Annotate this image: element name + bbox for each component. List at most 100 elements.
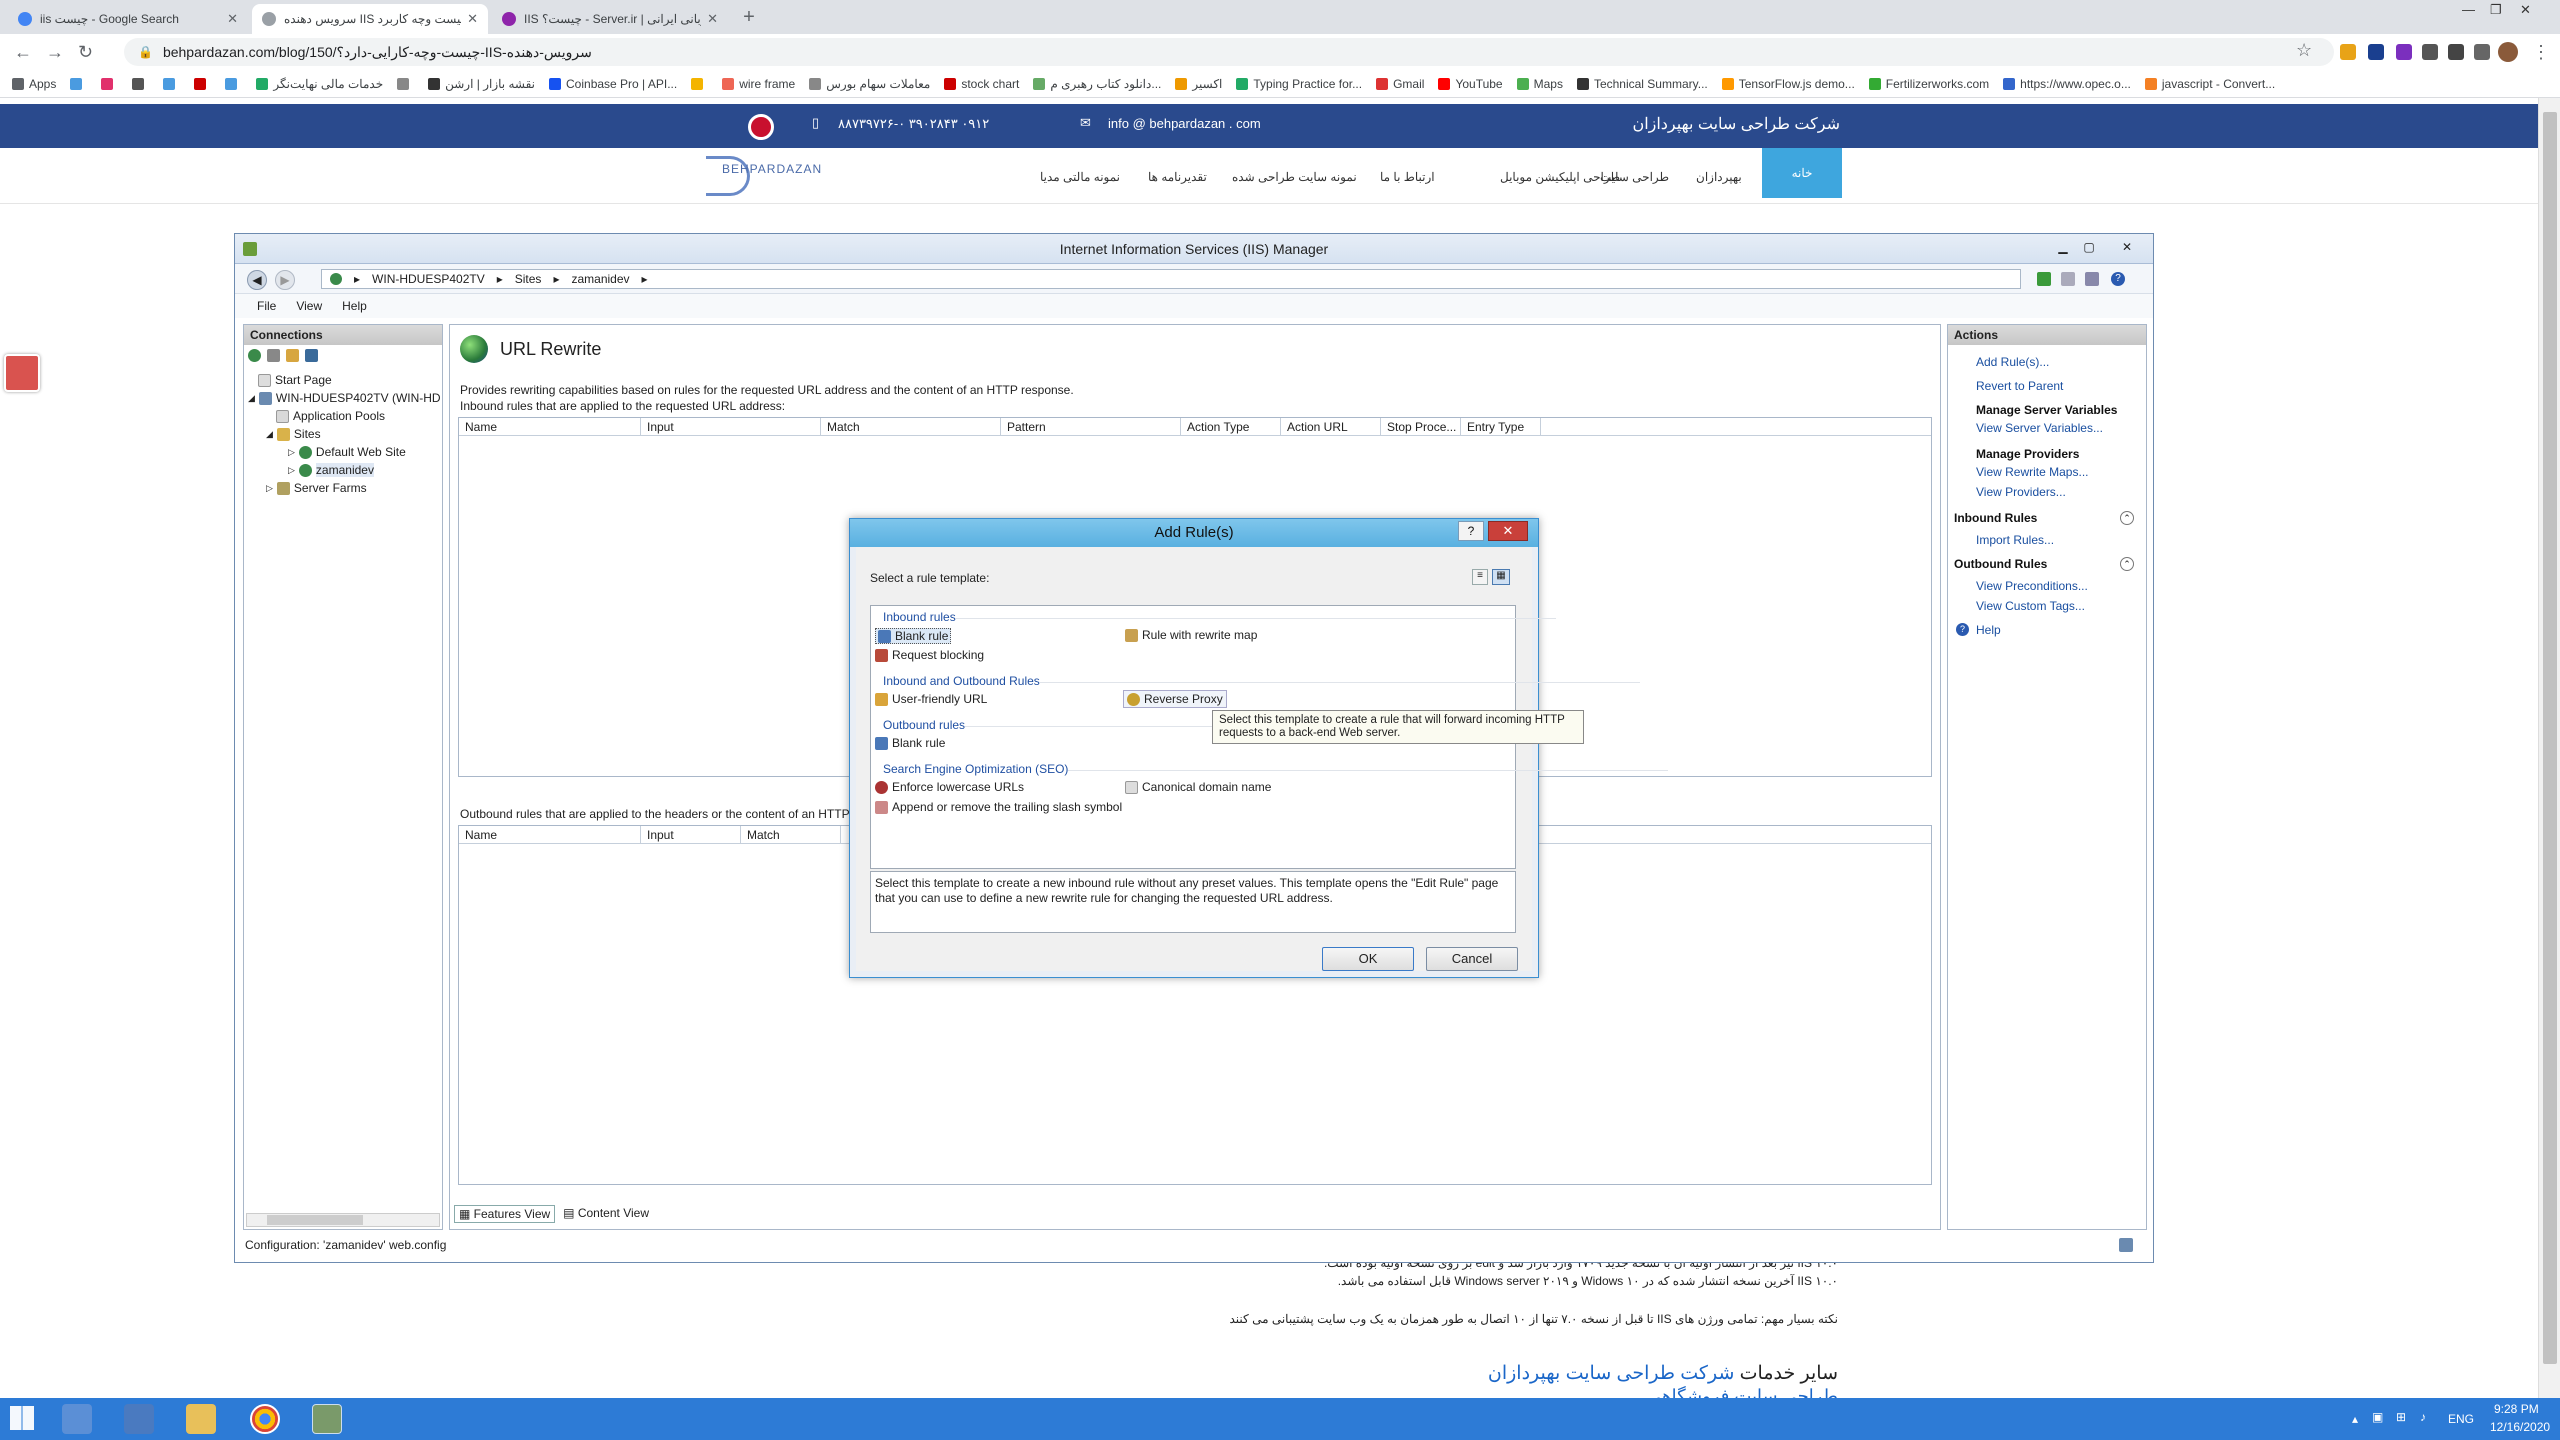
address-bar[interactable]: 🔒 behpardazan.com/blog/150/چیست-وچه-کارا… — [124, 38, 2334, 66]
back-icon[interactable]: ◀ — [247, 270, 267, 290]
iis-manager-icon[interactable] — [312, 1404, 342, 1434]
extension-icon[interactable] — [2396, 44, 2412, 60]
extension-icon[interactable] — [2422, 44, 2438, 60]
disconnect-icon[interactable] — [305, 349, 318, 362]
close-window-icon[interactable]: ✕ — [2520, 2, 2531, 18]
bookmark-item[interactable] — [70, 77, 87, 90]
bookmark-item[interactable]: Coinbase Pro | API... — [549, 77, 677, 91]
bookmark-item[interactable] — [132, 77, 149, 90]
template-reverse-proxy[interactable]: Reverse Proxy — [1123, 690, 1227, 708]
custom-tags-link[interactable]: View Custom Tags... — [1976, 599, 2085, 613]
bookmark-item[interactable]: Typing Practice for... — [1236, 77, 1362, 91]
column-header[interactable]: Action URL — [1281, 418, 1381, 435]
bookmark-item[interactable]: wire frame — [722, 77, 795, 91]
column-header[interactable]: Match — [821, 418, 1001, 435]
bookmark-item[interactable]: TensorFlow.js demo... — [1721, 77, 1855, 91]
horizontal-scrollbar[interactable] — [246, 1213, 440, 1227]
close-button[interactable]: ✕ — [1488, 521, 1528, 541]
menu-awards[interactable]: تقدیرنامه ها — [1148, 170, 1207, 184]
tree-start-page[interactable]: Start Page — [258, 373, 332, 387]
chrome-icon[interactable] — [250, 1404, 280, 1434]
server-manager-icon[interactable] — [62, 1404, 92, 1434]
clock-date[interactable]: 12/16/2020 — [2490, 1420, 2550, 1434]
tree-server[interactable]: ◢ WIN-HDUESP402TV (WIN-HD — [248, 391, 441, 405]
template-lowercase-urls[interactable]: Enforce lowercase URLs — [875, 780, 1024, 794]
expand-icon[interactable]: ▷ — [266, 483, 273, 494]
collapse-icon[interactable]: ◢ — [248, 393, 255, 404]
bookmark-item[interactable]: stock chart — [944, 77, 1019, 91]
rewrite-maps-link[interactable]: View Rewrite Maps... — [1976, 465, 2088, 479]
menu-file[interactable]: File — [257, 299, 276, 313]
ok-button[interactable]: OK — [1322, 947, 1414, 971]
cancel-button[interactable]: Cancel — [1426, 947, 1518, 971]
star-icon[interactable]: ☆ — [2296, 40, 2312, 61]
bookmark-item[interactable]: خدمات مالی نهایت‌نگر — [256, 77, 383, 91]
pdf-icon[interactable] — [4, 354, 40, 392]
browser-tab[interactable]: IIS چیست؟ - Server.ir | میزبانی ایرانی ✕ — [492, 4, 728, 34]
expand-icon[interactable]: ▷ — [288, 447, 295, 458]
menu-multimedia[interactable]: نمونه مالتی مدیا — [1040, 170, 1120, 184]
column-header[interactable]: Pattern — [1001, 418, 1181, 435]
powershell-icon[interactable] — [124, 1404, 154, 1434]
template-user-friendly-url[interactable]: User-friendly URL — [875, 692, 987, 706]
bookmark-item[interactable] — [101, 77, 118, 90]
services-link[interactable]: شرکت طراحی سایت بهپردازان — [1488, 1363, 1734, 1384]
menu-view[interactable]: View — [296, 299, 322, 313]
crumb-sites[interactable]: Sites — [515, 272, 542, 286]
menu-portfolio[interactable]: نمونه سایت طراحی شده — [1232, 170, 1357, 184]
tile-view-icon[interactable]: ▦ — [1492, 569, 1510, 585]
tray-icon[interactable]: ▣ — [2372, 1410, 2383, 1424]
forward-icon[interactable]: → — [46, 42, 64, 63]
collapse-icon[interactable]: ⌃ — [2120, 511, 2134, 525]
home-icon[interactable] — [2085, 272, 2099, 286]
close-icon[interactable]: ✕ — [707, 11, 718, 27]
stop-icon[interactable] — [2061, 272, 2075, 286]
bookmark-item[interactable]: Fertilizerworks.com — [1868, 77, 1989, 91]
new-tab-button[interactable]: + — [736, 6, 762, 30]
column-header[interactable]: Input — [641, 418, 821, 435]
browser-tab-active[interactable]: سرویس دهنده IIS چیست وچه کاربرد... ✕ — [252, 4, 488, 34]
column-header[interactable]: Name — [459, 826, 641, 843]
bookmark-item[interactable] — [397, 77, 414, 90]
column-header[interactable]: Input — [641, 826, 741, 843]
template-rewrite-map[interactable]: Rule with rewrite map — [1125, 628, 1257, 642]
close-icon[interactable]: ✕ — [467, 11, 478, 27]
bookmark-item[interactable]: javascript - Convert... — [2144, 77, 2275, 91]
network-icon[interactable]: ⊞ — [2396, 1410, 2406, 1424]
crumb-server[interactable]: WIN-HDUESP402TV — [372, 272, 485, 286]
tab-content-view[interactable]: ▤ Content View — [559, 1205, 653, 1223]
column-header[interactable]: Match — [741, 826, 841, 843]
column-header[interactable]: Action Type — [1181, 418, 1281, 435]
bookmark-item[interactable]: Apps — [12, 77, 56, 91]
maximize-icon[interactable]: ▢ — [2077, 238, 2101, 256]
expand-icon[interactable]: ▷ — [288, 465, 295, 476]
bookmark-item[interactable]: https://www.opec.o... — [2003, 77, 2131, 91]
browser-tab[interactable]: iis چیست - Google Search ✕ — [8, 4, 248, 34]
server-vars-link[interactable]: View Server Variables... — [1976, 421, 2103, 435]
forward-icon[interactable]: ▶ — [275, 270, 295, 290]
bookmark-item[interactable]: اکسیر — [1175, 77, 1222, 91]
bookmark-item[interactable] — [225, 77, 242, 90]
sub-link[interactable]: طراحی سایت فروشگاهی — [1647, 1386, 1838, 1398]
collapse-icon[interactable]: ◢ — [266, 429, 273, 440]
tree-zamanidev[interactable]: ▷ zamanidev — [288, 463, 374, 477]
template-blank-rule-inbound[interactable]: Blank rule — [875, 628, 952, 644]
bookmark-item[interactable]: Gmail — [1376, 77, 1424, 91]
puzzle-icon[interactable] — [2474, 44, 2490, 60]
help-icon[interactable]: ? — [2111, 272, 2125, 286]
column-header[interactable]: Entry Type — [1461, 418, 1541, 435]
back-icon[interactable]: ← — [14, 42, 32, 63]
language-indicator[interactable]: ENG — [2448, 1412, 2474, 1426]
scroll-thumb[interactable] — [267, 1215, 363, 1225]
menu-contact[interactable]: ارتباط با ما — [1380, 170, 1435, 184]
menu-icon[interactable]: ⋮ — [2532, 42, 2550, 63]
close-icon[interactable]: ✕ — [2115, 238, 2139, 256]
close-icon[interactable]: ✕ — [227, 11, 238, 27]
template-canonical-domain[interactable]: Canonical domain name — [1125, 780, 1271, 794]
help-button[interactable]: ? — [1458, 521, 1484, 541]
up-icon[interactable] — [286, 349, 299, 362]
tree-app-pools[interactable]: Application Pools — [276, 409, 385, 423]
tree-sites[interactable]: ◢ Sites — [266, 427, 321, 441]
help-link[interactable]: Help — [1976, 623, 2001, 637]
import-rules-link[interactable]: Import Rules... — [1976, 533, 2054, 547]
